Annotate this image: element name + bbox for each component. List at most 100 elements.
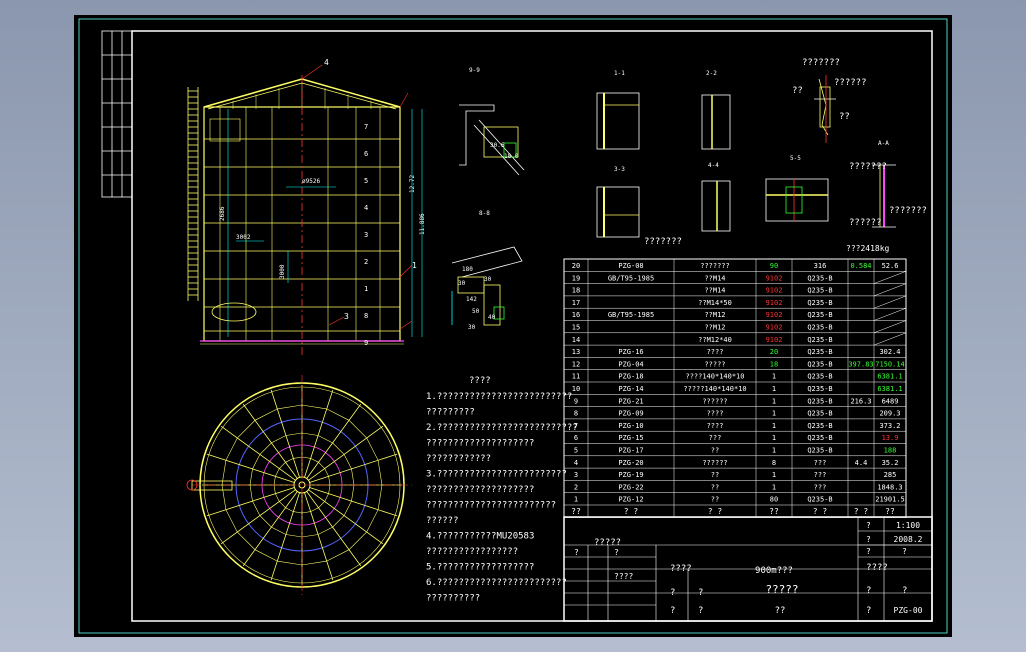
bom-cell: PZG-10 (618, 422, 643, 430)
company-name: ???? (866, 563, 888, 573)
tank-plan (186, 375, 412, 595)
bom-cell: 1 (574, 496, 578, 504)
bom-cell: 3 (574, 471, 578, 479)
bom-cell: ???? (707, 410, 724, 418)
scale-value: 1:100 (896, 521, 920, 530)
cell-b: ? (614, 548, 619, 557)
bom-cell: ??M12 (704, 311, 725, 319)
project-name: 900m??? (755, 566, 793, 576)
bom-cell: 209.3 (879, 410, 900, 418)
role-2: ? (670, 588, 675, 598)
bom-cell: 52.6 (882, 262, 899, 270)
bom-cell: PZG-19 (618, 471, 643, 479)
sign-5: ? (866, 606, 871, 616)
bom-cell: PZG-21 (618, 397, 643, 405)
tank-elevation: 7 6 5 4 3 2 1 8 9 4 2686 3002 3000 ø9526 12.72 1… (187, 58, 426, 355)
bom-cell: PZG-22 (618, 483, 643, 491)
role-3: ? (670, 606, 675, 616)
bom-cell: 216.3 (850, 397, 871, 405)
dim-left-1: 2686 (219, 206, 226, 221)
sign-3: ? (866, 586, 871, 596)
bom-cell: 15 (572, 324, 580, 332)
bom-cell: ??M12 (704, 324, 725, 332)
section-title-a-a: A-A (878, 140, 889, 147)
sign-4: ? (902, 586, 907, 596)
note-line: 6.???????????????????????? (426, 578, 567, 588)
bom-cell: PZG-16 (618, 348, 643, 356)
bom-cell: 1 (772, 447, 776, 455)
dim-right-2: 11.886 (419, 213, 426, 235)
bom-cell: ??M14 (704, 274, 725, 282)
bom-cell: 1 (772, 410, 776, 418)
bom-cell: 6 (574, 434, 578, 442)
bom-cell: 285 (884, 471, 897, 479)
detail-dim-7: 50 (472, 308, 480, 315)
note-line: 2.?????????????????????????? (426, 423, 578, 433)
bom-cell: ????? (704, 360, 725, 368)
bom-cell: 16 (572, 311, 580, 319)
note-line: ????????????????? (426, 547, 518, 557)
notes-block: ???? 1.????????????????????????? ????????… (426, 376, 621, 604)
title-block: ? 1:100? 2008.2? ? 900m??? ????????? PZG-00???… (563, 516, 933, 622)
bom-cell: ?? (711, 483, 719, 491)
ring-label: 8 (364, 312, 368, 320)
note-line: ???????????? (426, 454, 491, 464)
ring-label: 7 (364, 123, 368, 131)
bom-cell: 80 (770, 496, 778, 504)
bom-cell: 13 (572, 348, 580, 356)
section-title-2-2: 2-2 (706, 70, 717, 77)
role-1: ???? (670, 564, 692, 574)
bom-cell: Q235-B (807, 496, 832, 504)
bom-header-cell: ? ? (813, 507, 828, 516)
bom-cell: 20 (770, 348, 778, 356)
bom-cell: ?????? (702, 459, 727, 467)
bom-cell: 1 (772, 434, 776, 442)
bom-cell: Q235-B (807, 348, 832, 356)
bom-cell: 11 (572, 373, 580, 381)
bom-cell: PZG-15 (618, 434, 643, 442)
bom-cell: 18 (572, 287, 580, 295)
cell-a: ? (574, 548, 579, 557)
bom-table: 20 PZG-08??????? 90 316 0.584 52.619 GB/T95-19… (563, 258, 907, 518)
role-4: ?? (775, 606, 786, 616)
bom-cell: 90 (770, 262, 778, 270)
drawing-sheet: 765432189 4 2686 3002 3000 ø9526 12.72 1… (74, 15, 952, 637)
bom-cell: ??M12*40 (698, 336, 732, 344)
bom-cell: 6381.1 (877, 373, 902, 381)
note-line: ?????????? (426, 594, 480, 604)
bom-cell: 1 (772, 385, 776, 393)
bom-cell: ?? (711, 496, 719, 504)
bom-cell: 8 (772, 459, 776, 467)
bom-cell: ??M14*50 (698, 299, 732, 307)
bom-cell: Q235-B (807, 410, 832, 418)
bom-cell: ??? (709, 434, 722, 442)
dim-left-2: 3002 (236, 234, 251, 241)
elevation-tag-top: 4 (324, 58, 329, 67)
bom-cell: 35.2 (882, 459, 899, 467)
section-title-1-1: 1-1 (614, 70, 625, 77)
bom-header-cell: ? ? (854, 507, 869, 516)
sheet-label: ? (866, 547, 871, 556)
bom-cell: Q235-B (807, 397, 832, 405)
bom-cell: ??????? (700, 262, 730, 270)
bom-cell: 1848.3 (877, 483, 902, 491)
detail-dim-6: 142 (466, 296, 477, 303)
detail-note-1: ??????? (802, 58, 840, 68)
bom-cell: ????140*140*10 (685, 373, 744, 381)
bom-cell: 9102 (766, 287, 783, 295)
bom-cell: 1 (772, 397, 776, 405)
viewer-background: 765432189 4 2686 3002 3000 ø9526 12.72 1… (0, 0, 1026, 652)
bom-cell: 397.83 (848, 360, 873, 368)
section-title-3-3: 3-3 (614, 166, 625, 173)
sheet-value: ? (902, 547, 907, 556)
ring-label: 2 (364, 258, 368, 266)
detail-note-5: ??????? (849, 162, 887, 172)
bom-cell: Q235-B (807, 336, 832, 344)
bom-cell: PZG-18 (618, 373, 643, 381)
detail-dim-9: 40 (488, 314, 496, 321)
elevation-tag-bottom: 3 (344, 312, 349, 321)
bom-cell: GB/T95-1985 (608, 274, 654, 282)
bom-cell: 188 (884, 447, 897, 455)
ring-label: 1 (364, 285, 368, 293)
bom-cell: Q235-B (807, 311, 832, 319)
